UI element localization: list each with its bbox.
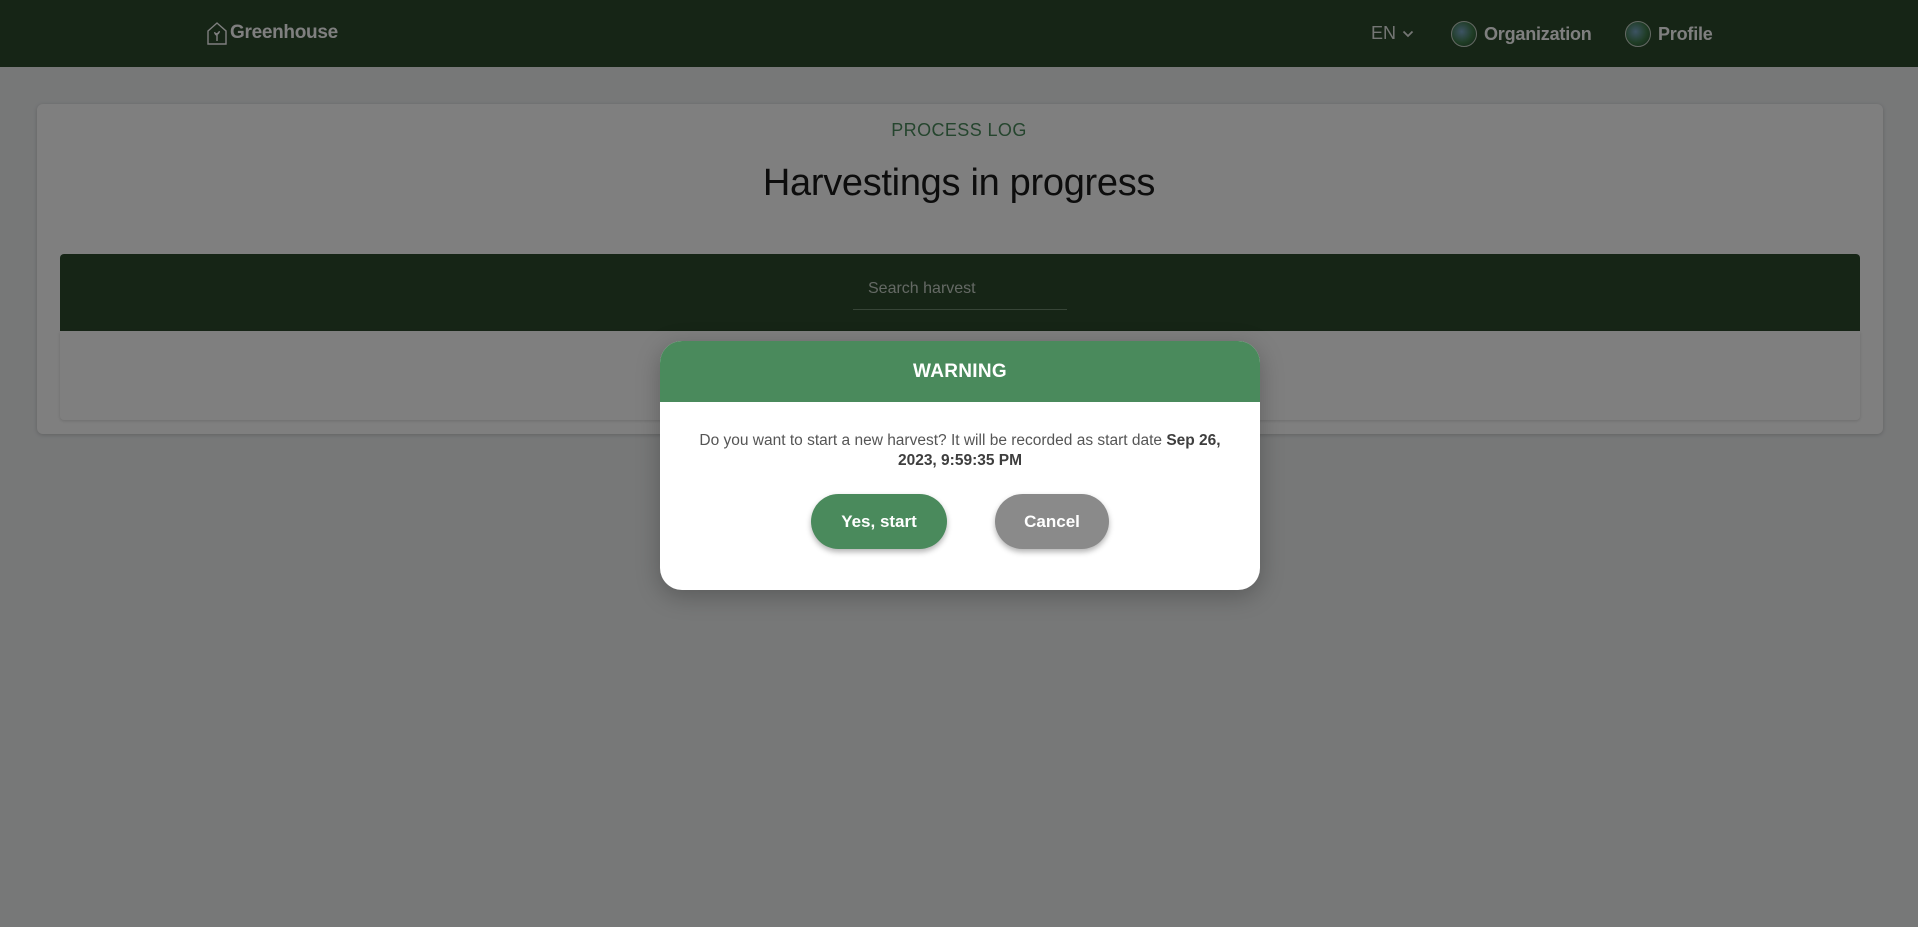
confirm-start-button[interactable]: Yes, start (811, 494, 947, 549)
warning-dialog: WARNING Do you want to start a new harve… (660, 341, 1260, 590)
dialog-title: WARNING (913, 360, 1007, 382)
dialog-message: Do you want to start a new harvest? It w… (682, 431, 1238, 471)
dialog-message-text: Do you want to start a new harvest? It w… (699, 432, 1167, 449)
cancel-button[interactable]: Cancel (995, 494, 1109, 549)
dialog-header: WARNING (660, 341, 1260, 402)
